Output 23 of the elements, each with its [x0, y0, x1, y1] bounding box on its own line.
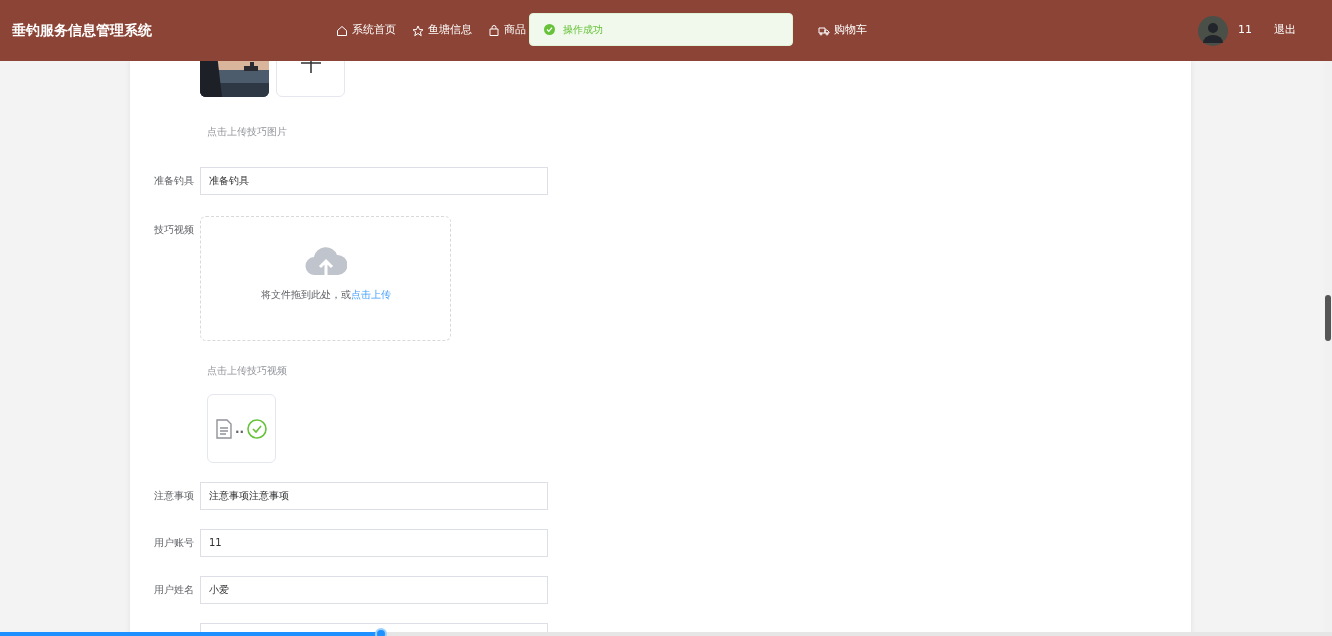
field-label: 准备钓具 — [154, 175, 194, 186]
upload-hint: 点击上传技巧图片 — [207, 126, 287, 138]
field-label: 注意事项 — [154, 490, 194, 501]
dropzone-text: 将文件拖到此处，或 — [260, 288, 351, 302]
upload-dropzone[interactable]: 将文件拖到此处，或点击上传 — [200, 216, 451, 341]
field-label: 用户姓名 — [154, 584, 194, 595]
input-field[interactable]: 注意事项注意事项 — [200, 482, 548, 510]
toast-message: 操作成功 — [563, 23, 603, 37]
field-label: 技巧视频 — [154, 224, 194, 235]
file-name: .. — [234, 420, 245, 438]
field-label: 用户账号 — [154, 537, 194, 548]
input-field[interactable]: 准备钓具 — [200, 167, 548, 195]
nav-link[interactable]: 购物车 — [818, 22, 867, 39]
site-title: 垂钓服务信息管理系统 — [12, 21, 153, 40]
upload-hint: 点击上传技巧视频 — [207, 365, 287, 377]
nav-link[interactable]: 商品 — [488, 22, 526, 39]
input-field[interactable]: 小爱 — [200, 576, 548, 604]
nav-link[interactable]: 系统首页 — [336, 22, 396, 39]
uploaded-file-card[interactable]: .. — [207, 394, 276, 463]
nav-link[interactable]: 鱼塘信息 — [412, 22, 472, 39]
input-field[interactable]: 11 — [200, 529, 548, 557]
logout-link[interactable]: 退出 — [1274, 22, 1296, 39]
username: 11 — [1238, 22, 1252, 39]
